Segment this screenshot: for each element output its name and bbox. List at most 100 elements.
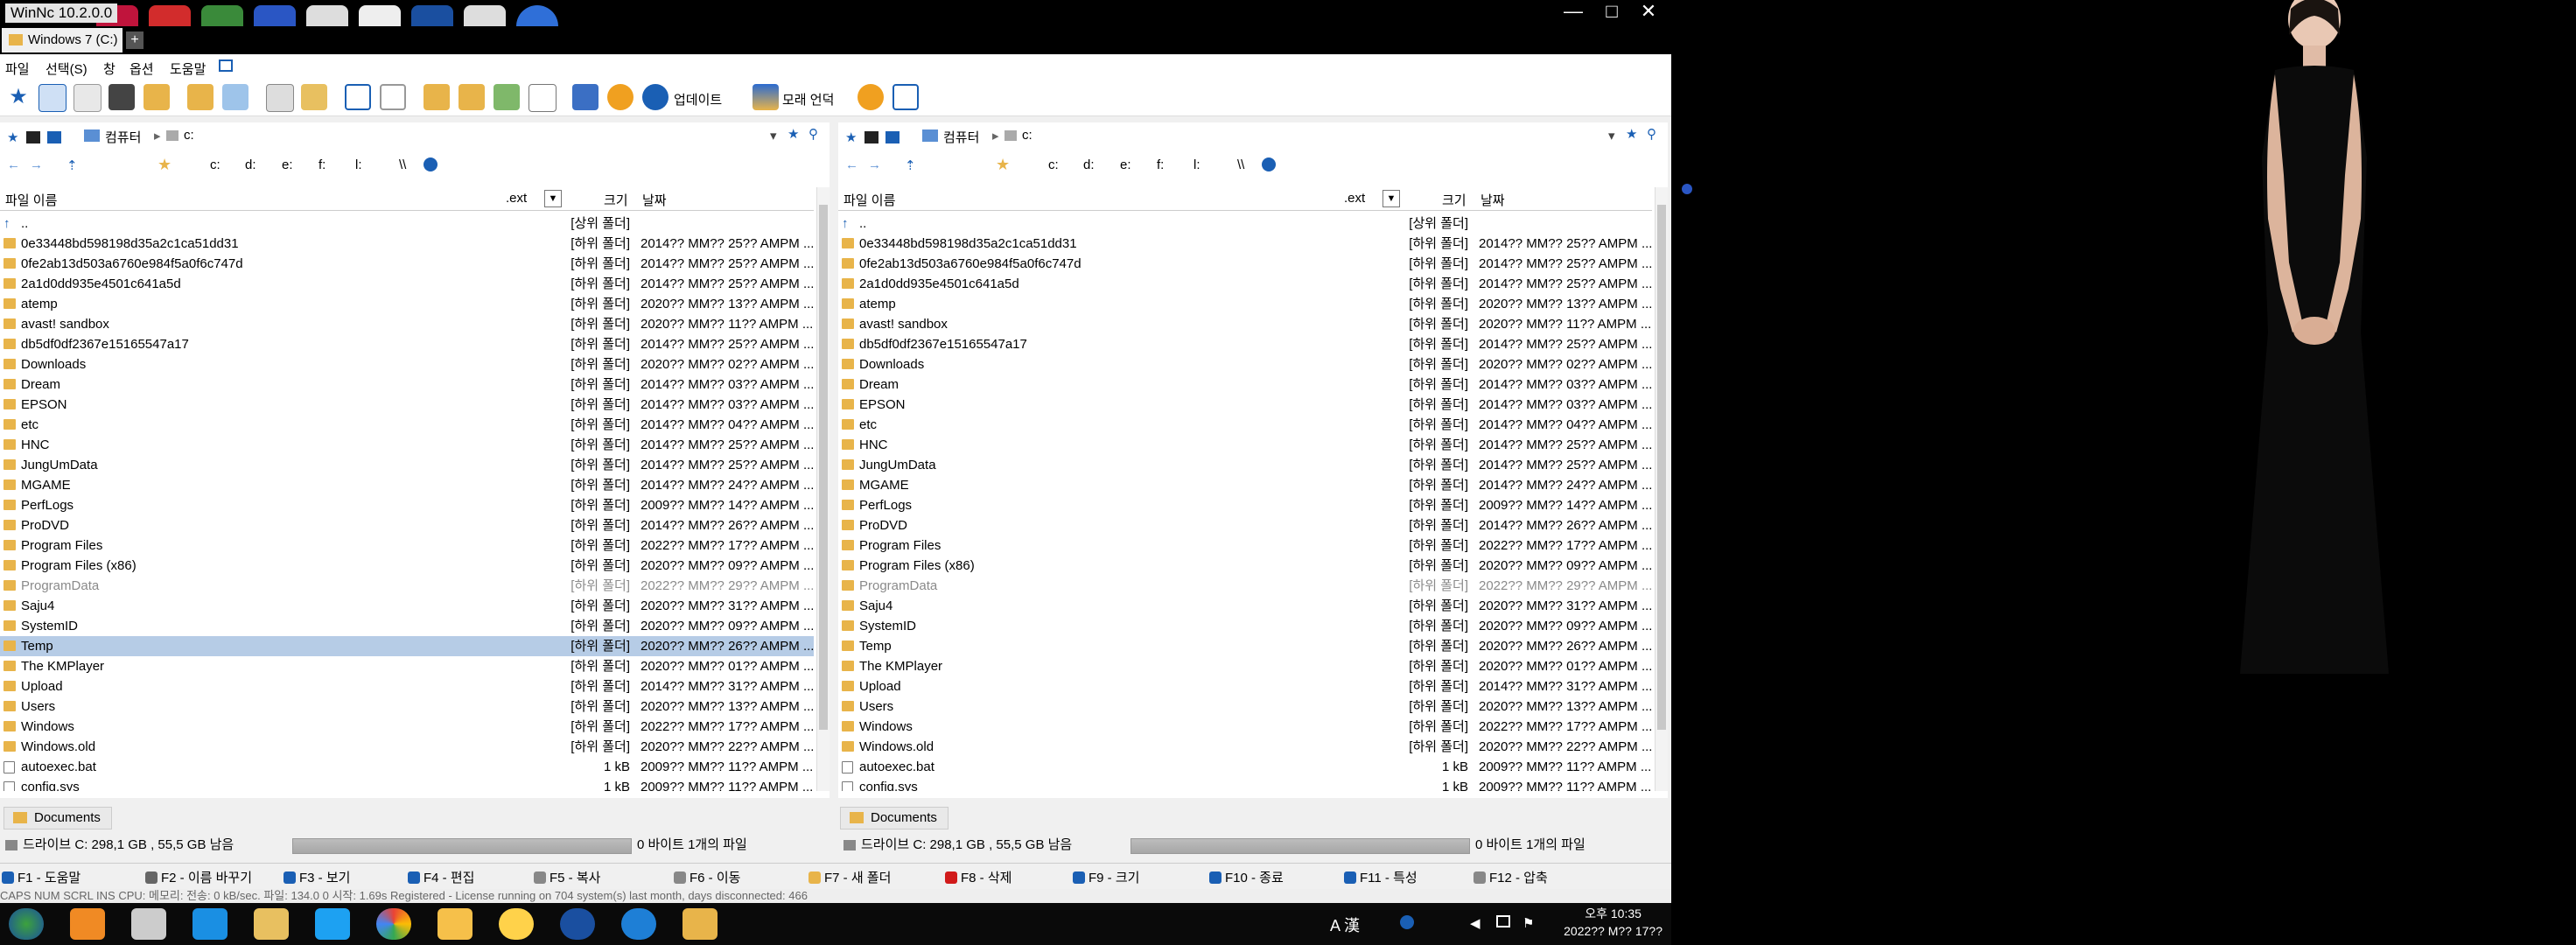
column-size[interactable]: 크기: [604, 191, 628, 209]
clock[interactable]: 오후 10:35 2022?? M?? 17??: [1564, 905, 1662, 940]
list-item[interactable]: ProgramData [하위 폴더] 2022?? MM?? 29?? AMPM …: [838, 576, 1652, 596]
list-item[interactable]: The KMPlayer [하위 폴더] 2020?? MM?? 01?? AMPM…: [0, 656, 814, 676]
list-item[interactable]: db5df0df2367e15165547a17 [하위 폴더] 2014?? MM…: [838, 334, 1652, 354]
list-item[interactable]: ProDVD [하위 폴더] 2014?? MM?? 26?? AMPM ...: [0, 515, 814, 536]
ime-indicator[interactable]: A 漢: [1330, 914, 1360, 936]
list-item[interactable]: Users [하위 폴더] 2020?? MM?? 13?? AMPM ...: [838, 696, 1652, 717]
list-item[interactable]: ProDVD [하위 폴더] 2014?? MM?? 26?? AMPM ...: [838, 515, 1652, 536]
favorites-icon[interactable]: ★: [996, 156, 1010, 174]
breadcrumb-computer[interactable]: 컴퓨터: [105, 128, 141, 146]
list-item[interactable]: Saju4 [하위 폴더] 2020?? MM?? 31?? AMPM ...: [838, 596, 1652, 616]
fkey-1-button[interactable]: F1 - 도움말: [2, 868, 80, 886]
list-item[interactable]: Temp [하위 폴더] 2020?? MM?? 26?? AMPM ...: [0, 636, 814, 656]
back-icon[interactable]: ←: [845, 158, 858, 172]
binoculars-icon[interactable]: [108, 84, 135, 110]
list-item[interactable]: 0fe2ab13d503a6760e984f5a0f6c747d [하위 폴더] 2…: [0, 254, 814, 274]
history-button[interactable]: 모래 언덕: [782, 90, 834, 108]
list-item[interactable]: Upload [하위 폴더] 2014?? MM?? 31?? AMPM ...: [838, 676, 1652, 696]
menu-window[interactable]: 창: [103, 60, 116, 78]
list-item[interactable]: EPSON [하위 폴더] 2014?? MM?? 03?? AMPM ...: [0, 395, 814, 415]
star-icon[interactable]: ★: [1626, 126, 1637, 142]
drive-l[interactable]: l:: [1194, 158, 1200, 172]
list-item[interactable]: Saju4 [하위 폴더] 2020?? MM?? 31?? AMPM ...: [0, 596, 814, 616]
messenger-icon[interactable]: [499, 908, 534, 940]
folder-search-icon[interactable]: [144, 84, 170, 110]
favorites-icon[interactable]: ★: [158, 156, 172, 174]
computer-icon[interactable]: [222, 84, 248, 110]
tab-drive-c[interactable]: Windows 7 (C:): [2, 28, 122, 52]
lock-icon[interactable]: [424, 84, 450, 110]
scrollbar-thumb[interactable]: [1657, 205, 1666, 730]
list-item[interactable]: Upload [하위 폴더] 2014?? MM?? 31?? AMPM ...: [0, 676, 814, 696]
list-item[interactable]: 2a1d0dd935e4501c641a5d [하위 폴더] 2014?? MM??…: [0, 274, 814, 294]
documents-tab[interactable]: Documents: [4, 807, 112, 830]
column-size[interactable]: 크기: [1442, 191, 1466, 209]
list-item[interactable]: avast! sandbox [하위 폴더] 2020?? MM?? 11?? AM…: [0, 314, 814, 334]
chevron-down-icon[interactable]: ▾: [770, 128, 777, 144]
bug-icon[interactable]: [858, 84, 884, 110]
address-bar[interactable]: ★ 컴퓨터 ▸ c: ▾ ★ ⚲: [0, 122, 830, 152]
fkey-4-button[interactable]: F4 - 편집: [408, 868, 474, 886]
scrollbar-thumb[interactable]: [819, 205, 828, 730]
list-item[interactable]: config.sys 1 kB 2009?? MM?? 11?? AMPM ...: [838, 777, 1652, 791]
fkey-11-button[interactable]: F11 - 특성: [1344, 868, 1418, 886]
ccleaner-icon[interactable]: [560, 908, 595, 940]
pack-icon[interactable]: [301, 84, 327, 110]
list-item[interactable]: etc [하위 폴더] 2014?? MM?? 04?? AMPM ...: [0, 415, 814, 435]
fkey-2-button[interactable]: F2 - 이름 바꾸기: [145, 868, 252, 886]
image-icon[interactable]: [494, 84, 520, 110]
list-item[interactable]: 2a1d0dd935e4501c641a5d [하위 폴더] 2014?? MM??…: [838, 274, 1652, 294]
menu-file[interactable]: 파일: [5, 60, 30, 78]
fkey-9-button[interactable]: F9 - 크기: [1073, 868, 1139, 886]
fkey-5-button[interactable]: F5 - 복사: [534, 868, 600, 886]
drive-l[interactable]: l:: [355, 158, 362, 172]
folder-sync-icon[interactable]: [187, 84, 214, 110]
list-item[interactable]: JungUmData [하위 폴더] 2014?? MM?? 25?? AMPM .…: [0, 455, 814, 475]
list-item[interactable]: etc [하위 폴더] 2014?? MM?? 04?? AMPM ...: [838, 415, 1652, 435]
list-item[interactable]: Windows.old [하위 폴더] 2020?? MM?? 22?? AMPM …: [838, 737, 1652, 757]
terminal-icon[interactable]: [864, 131, 878, 144]
fkey-8-button[interactable]: F8 - 삭제: [945, 868, 1012, 886]
maximize-button[interactable]: □: [1592, 0, 1631, 23]
mail-icon[interactable]: [892, 84, 919, 110]
drive-c[interactable]: c:: [1048, 158, 1059, 172]
list-item[interactable]: SystemID [하위 폴더] 2020?? MM?? 09?? AMPM ...: [0, 616, 814, 636]
list-item[interactable]: config.sys 1 kB 2009?? MM?? 11?? AMPM ...: [0, 777, 814, 791]
globe-icon[interactable]: [1262, 158, 1276, 172]
list-item[interactable]: 0e33448bd598198d35a2c1ca51dd31 [하위 폴더] 201…: [838, 234, 1652, 254]
list-item[interactable]: 0fe2ab13d503a6760e984f5a0f6c747d [하위 폴더] 2…: [838, 254, 1652, 274]
vertical-scrollbar[interactable]: [1655, 187, 1668, 791]
drive-d[interactable]: d:: [245, 158, 256, 172]
list-item[interactable]: Program Files [하위 폴더] 2022?? MM?? 17?? AMP…: [838, 536, 1652, 556]
edit-icon[interactable]: [572, 84, 598, 110]
filter-dropdown-icon[interactable]: ▼: [544, 190, 562, 207]
column-name[interactable]: 파일 이름: [5, 191, 57, 209]
drive-f[interactable]: f:: [318, 158, 326, 172]
list-item[interactable]: Windows.old [하위 폴더] 2020?? MM?? 22?? AMPM …: [0, 737, 814, 757]
star-icon[interactable]: ★: [788, 126, 799, 142]
column-ext[interactable]: .ext: [506, 191, 527, 206]
forward-icon[interactable]: →: [868, 158, 881, 172]
twitter-icon[interactable]: [315, 908, 350, 940]
update-button[interactable]: 업데이트: [674, 90, 722, 108]
breadcrumb-drive[interactable]: c:: [184, 128, 194, 143]
notepad-icon[interactable]: [131, 908, 166, 940]
list-item[interactable]: MGAME [하위 폴더] 2014?? MM?? 24?? AMPM ...: [0, 475, 814, 495]
media-player-icon[interactable]: [70, 908, 105, 940]
up-icon[interactable]: ⇡: [905, 158, 916, 173]
list-item[interactable]: Dream [하위 폴더] 2014?? MM?? 03?? AMPM ...: [838, 374, 1652, 395]
menu-options[interactable]: 옵션: [130, 60, 154, 78]
list-item[interactable]: JungUmData [하위 폴더] 2014?? MM?? 25?? AMPM .…: [838, 455, 1652, 475]
list-item[interactable]: The KMPlayer [하위 폴더] 2020?? MM?? 01?? AMPM…: [838, 656, 1652, 676]
chrome-icon[interactable]: [376, 908, 411, 940]
list-item[interactable]: Downloads [하위 폴더] 2020?? MM?? 02?? AMPM ..…: [0, 354, 814, 374]
drive-f[interactable]: f:: [1157, 158, 1164, 172]
document-icon[interactable]: [528, 84, 556, 112]
title-bar[interactable]: WinNc 10.2.0.0 — □ ✕: [0, 0, 1671, 47]
column-date[interactable]: 날짜: [642, 191, 667, 209]
unlock-icon[interactable]: [458, 84, 485, 110]
list-item[interactable]: EPSON [하위 폴더] 2014?? MM?? 03?? AMPM ...: [838, 395, 1652, 415]
column-date[interactable]: 날짜: [1480, 191, 1505, 209]
volume-icon[interactable]: ◀: [1470, 915, 1480, 931]
up-icon[interactable]: ⇡: [66, 158, 78, 173]
